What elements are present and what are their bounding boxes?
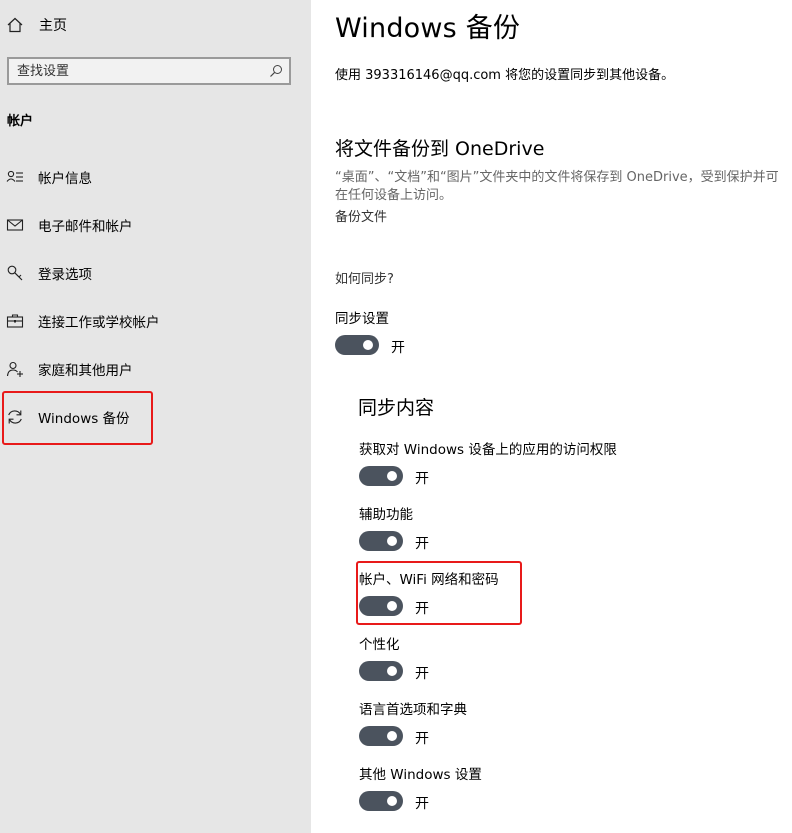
key-icon <box>7 265 23 281</box>
home-label: 主页 <box>39 18 67 34</box>
sync-content-heading: 同步内容 <box>358 397 435 419</box>
onedrive-heading: 将文件备份到 OneDrive <box>335 138 545 160</box>
sidebar-item-account-info[interactable]: 帐户信息 <box>0 157 311 197</box>
briefcase-icon <box>6 314 24 328</box>
search-icon[interactable] <box>269 64 283 78</box>
sidebar-item-email[interactable]: 电子邮件和帐户 <box>0 205 311 245</box>
app-access-state: 开 <box>415 471 429 487</box>
toggle-knob <box>387 731 397 741</box>
accessibility-toggle[interactable] <box>359 531 403 551</box>
accessibility-label: 辅助功能 <box>359 507 413 523</box>
how-to-sync-link[interactable]: 如何同步? <box>335 268 394 287</box>
sync-settings-state: 开 <box>391 340 405 356</box>
toggle-knob <box>387 471 397 481</box>
sidebar-item-label: 连接工作或学校帐户 <box>38 315 160 331</box>
sidebar-item-label: 登录选项 <box>38 267 92 283</box>
language-toggle[interactable] <box>359 726 403 746</box>
account-info-icon <box>6 170 23 182</box>
sync-description: 使用 393316146@qq.com 将您的设置同步到其他设备。 <box>335 68 675 83</box>
section-label-accounts: 帐户 <box>7 114 34 129</box>
home-nav-item[interactable]: 主页 <box>6 14 67 36</box>
app-access-toggle[interactable] <box>359 466 403 486</box>
sync-settings-label: 同步设置 <box>335 311 389 327</box>
personalization-label: 个性化 <box>359 637 400 653</box>
personalization-state: 开 <box>415 666 429 682</box>
backup-files-link[interactable]: 备份文件 <box>335 206 387 225</box>
highlight-box-main <box>356 561 522 625</box>
sidebar-item-family[interactable]: 家庭和其他用户 <box>0 349 311 389</box>
sync-settings-toggle[interactable] <box>335 335 379 355</box>
app-access-label: 获取对 Windows 设备上的应用的访问权限 <box>359 442 617 458</box>
toggle-knob <box>387 536 397 546</box>
language-label: 语言首选项和字典 <box>359 702 467 718</box>
other-settings-state: 开 <box>415 796 429 812</box>
sidebar-item-work-school[interactable]: 连接工作或学校帐户 <box>0 301 311 341</box>
accessibility-state: 开 <box>415 536 429 552</box>
sidebar-item-label: 家庭和其他用户 <box>38 363 133 379</box>
sidebar-item-signin-options[interactable]: 登录选项 <box>0 253 311 293</box>
add-user-icon <box>6 361 23 377</box>
main-content: Windows 备份 使用 393316146@qq.com 将您的设置同步到其… <box>311 0 792 833</box>
highlight-box-sidebar <box>2 391 153 445</box>
sidebar-item-label: 电子邮件和帐户 <box>38 219 133 235</box>
toggle-knob <box>387 666 397 676</box>
toggle-knob <box>363 340 373 350</box>
sidebar-item-label: 帐户信息 <box>38 171 92 187</box>
search-box[interactable] <box>7 57 291 85</box>
search-input[interactable] <box>17 59 257 83</box>
mail-icon <box>6 219 24 231</box>
personalization-toggle[interactable] <box>359 661 403 681</box>
toggle-knob <box>387 796 397 806</box>
page-title: Windows 备份 <box>335 13 521 44</box>
onedrive-text: “桌面”、“文档”和“图片”文件夹中的文件将保存到 OneDrive，受到保护并… <box>335 170 779 203</box>
sidebar: 主页 帐户 帐户信息 电子邮件和帐户 登录选项 <box>0 0 311 833</box>
language-state: 开 <box>415 731 429 747</box>
home-icon <box>7 17 23 33</box>
other-settings-label: 其他 Windows 设置 <box>359 767 482 783</box>
other-settings-toggle[interactable] <box>359 791 403 811</box>
